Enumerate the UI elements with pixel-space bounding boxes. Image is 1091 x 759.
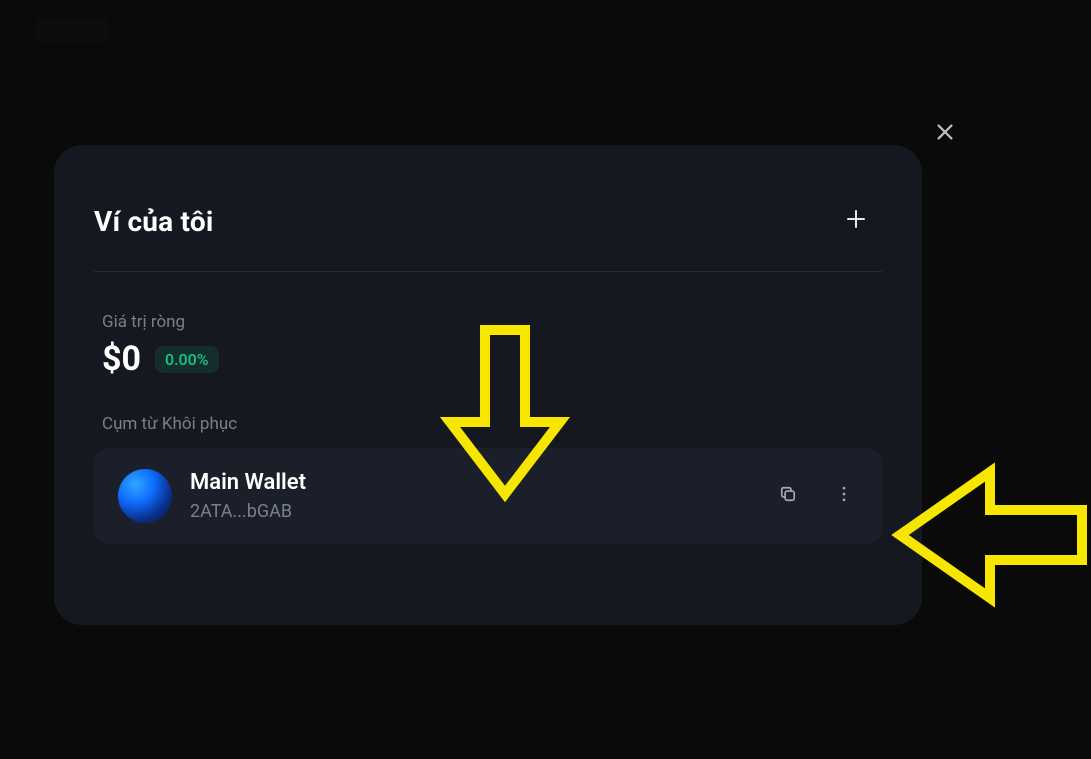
close-icon [934, 121, 956, 147]
divider [94, 271, 882, 272]
net-worth-amount: $0 [102, 342, 141, 376]
net-worth-block: Giá trị ròng $0 0.00% [94, 312, 882, 376]
add-wallet-button[interactable] [836, 201, 876, 241]
wallet-item[interactable]: Main Wallet 2ATA...bGAB [94, 448, 882, 544]
close-button[interactable] [929, 118, 961, 150]
wallet-address: 2ATA...bGAB [190, 501, 756, 522]
wallet-menu-button[interactable] [830, 482, 858, 510]
wallet-name: Main Wallet [190, 470, 756, 496]
wallets-modal: Ví của tôi Giá trị ròng $0 0.00% Cụm từ … [54, 145, 922, 625]
wallet-avatar [118, 469, 172, 523]
copy-icon [778, 484, 798, 508]
modal-title: Ví của tôi [94, 205, 213, 238]
net-worth-label: Giá trị ròng [102, 312, 882, 332]
wallet-info: Main Wallet 2ATA...bGAB [190, 470, 756, 521]
more-vertical-icon [834, 484, 854, 508]
wallet-actions [774, 482, 858, 510]
recovery-section-label: Cụm từ Khôi phục [94, 414, 882, 434]
percent-badge: 0.00% [155, 346, 219, 373]
modal-header: Ví của tôi [94, 201, 882, 241]
plus-icon [844, 207, 868, 235]
net-worth-row: $0 0.00% [102, 342, 882, 376]
top-left-placeholder [36, 18, 108, 42]
copy-address-button[interactable] [774, 482, 802, 510]
